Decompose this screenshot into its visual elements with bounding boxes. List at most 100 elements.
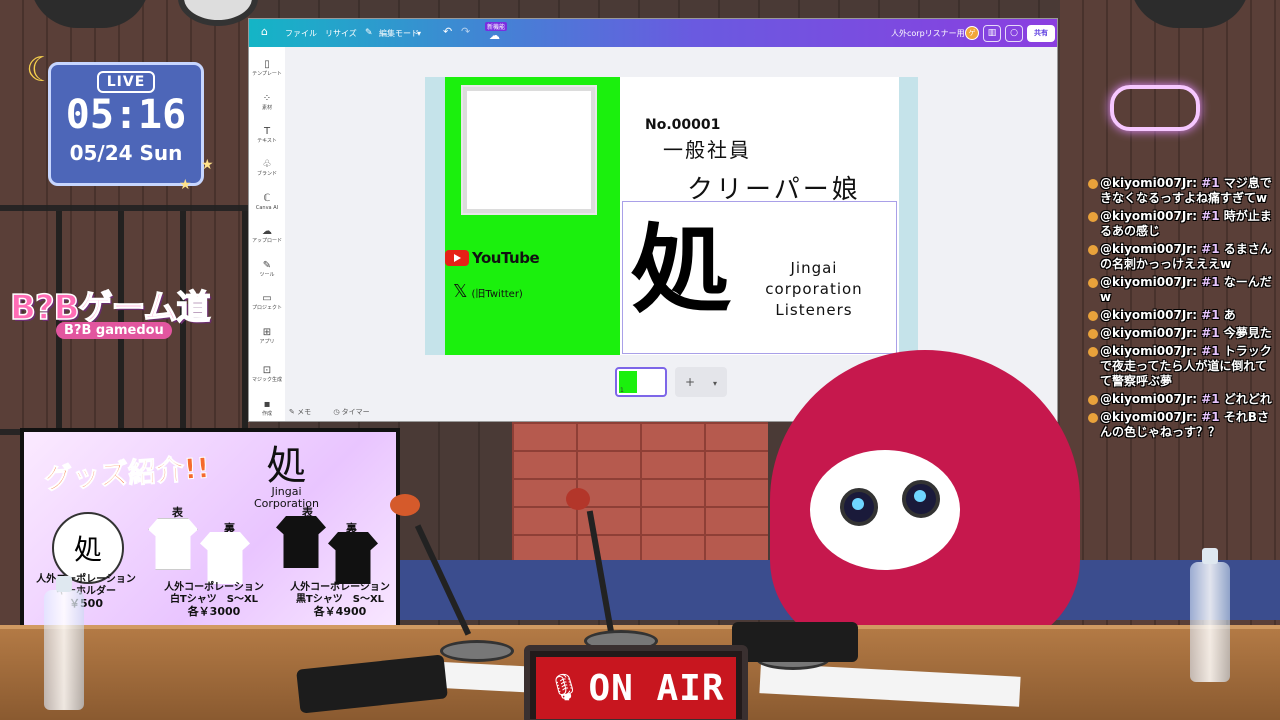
menu-file[interactable]: ファイル [285,28,317,39]
chat-message: @kiyomi007Jr: #1 るまさんの名刺かっっけえええw [1088,242,1276,272]
template-icon: ▯ [264,59,270,70]
card-logo-box[interactable]: 処 Jingai corporation Listeners [622,201,897,354]
black-tshirt-back [328,532,378,584]
front-label: 表 [172,506,183,519]
notes-button[interactable]: ✎ メモ [289,408,321,416]
chat-avatar-icon [1088,278,1098,288]
microphone-left [390,494,420,516]
menu-resize[interactable]: リサイズ [325,28,357,39]
more-icon: ▪ [263,399,271,410]
share-button[interactable]: 共有 [1027,25,1055,42]
plus-icon: + [685,375,696,389]
chat-user: @kiyomi007Jr: [1100,344,1198,358]
sidebar-item-upload[interactable]: ☁ アップロード [249,226,285,245]
jingai-mark-large: 処 [630,213,732,326]
menu-edit-mode[interactable]: 編集モード [379,28,419,39]
business-card-design[interactable]: YouTube 𝕏 (旧Twitter) No.00001 一般社員 クリーパー… [445,77,899,355]
x-row[interactable]: 𝕏 (旧Twitter) [453,283,523,301]
youtube-row[interactable]: YouTube [445,249,540,267]
member-badge: #1 [1201,326,1220,340]
user-avatar[interactable]: ゲ [965,26,979,40]
chat-text: 今夢見た [1223,326,1272,340]
sidebar-item-more[interactable]: ▪ 作成 [249,399,285,418]
goods-item-price: 各￥3000 [187,605,241,618]
chat-avatar-icon [1088,212,1098,222]
sidebar-item-canva-ai[interactable]: ℂ Canva AI [249,193,285,212]
home-icon[interactable]: ⌂ [261,26,268,38]
sidebar-label: アップロード [251,238,282,244]
timer-button[interactable]: ◷ タイマー [333,408,379,416]
cloud-save-icon[interactable]: ☁ [489,30,500,42]
sidebar-item-brand[interactable]: ♧ ブランド [249,159,285,178]
canva-footer: ✎ メモ ◷ タイマー [289,407,390,417]
vtuber-avatar [770,350,1080,660]
sidebar-label: ブランド [256,171,277,177]
corp-line: Jingai [790,259,838,277]
redo-icon[interactable]: ↷ [461,26,470,38]
project-icon: ▭ [262,293,272,304]
chat-user: @kiyomi007Jr: [1100,308,1198,322]
microphone-center [566,488,590,510]
card-green-panel[interactable]: YouTube 𝕏 (旧Twitter) [445,77,620,355]
live-badge: LIVE [96,71,156,93]
sidebar-item-elements[interactable]: ⁘ 素材 [249,93,285,112]
design-title[interactable]: 人外corpリスナー用 [891,28,965,39]
chat-user: @kiyomi007Jr: [1100,242,1198,256]
sidebar-label: プロジェクト [251,305,282,311]
corp-line: corporation [765,280,863,298]
photo-placeholder[interactable] [463,87,595,213]
white-tshirt-front [148,518,198,570]
magic-icon: ⊡ [262,365,272,376]
chat-message: @kiyomi007Jr: #1 それBさんの色じゃねっす？？ [1088,410,1276,440]
sidebar-item-text[interactable]: T テキスト [249,126,285,145]
clock-date: 05/24 Sun [69,141,183,165]
member-badge: #1 [1201,308,1220,322]
chat-avatar-icon [1088,347,1098,357]
chat-avatar-icon [1088,413,1098,423]
chat-avatar-icon [1088,329,1098,339]
right-eye [902,480,940,518]
add-page-button[interactable]: + ▾ [675,367,727,397]
goods-item-white-tshirt: 人外コーポレーション 白Tシャツ S～XL 各￥3000 [154,582,274,618]
clock-time: 05:16 [65,92,187,138]
chat-text: あ [1223,308,1236,322]
mic-base-left [440,640,514,662]
member-badge: #1 [1201,242,1220,256]
chat-message: @kiyomi007Jr: #1 今夢見た [1088,326,1276,341]
canvas-stage[interactable]: YouTube 𝕏 (旧Twitter) No.00001 一般社員 クリーパー… [425,77,918,355]
card-role[interactable]: 一般社員 [663,134,751,163]
live-chat: @kiyomi007Jr: #1 マジ息できなくなるっすよね痛すぎてw @kiy… [1088,176,1276,443]
chat-message: @kiyomi007Jr: #1 マジ息できなくなるっすよね痛すぎてw [1088,176,1276,206]
sidebar-item-apps[interactable]: ⊞ アプリ [249,327,285,346]
chat-text: どれどれ [1223,392,1272,406]
page-strip: 1 + ▾ [615,367,727,397]
sidebar-item-magic[interactable]: ⊡ マジック生成 [249,365,285,384]
chat-message: @kiyomi007Jr: #1 あ [1088,308,1276,323]
chat-user: @kiyomi007Jr: [1100,326,1198,340]
goods-title: グッズ紹介!! [43,451,211,496]
chat-message: @kiyomi007Jr: #1 トラックで夜走ってたら人が道に倒れてて警察呼ぶ… [1088,344,1276,389]
white-tshirt-back [200,532,250,584]
undo-icon[interactable]: ↶ [443,26,452,38]
member-badge: #1 [1201,410,1220,424]
brick-wall [512,422,768,562]
x-logo-icon: 𝕏 [453,281,468,302]
upload-icon: ☁ [262,226,272,237]
insights-button[interactable]: ▥ [983,25,1001,42]
sidebar-item-template[interactable]: ▯ テンプレート [249,59,285,78]
corp-line: Listeners [775,301,853,319]
notes-label: メモ [297,408,312,416]
page-number: 1 [620,387,624,394]
jingai-corp-logo: 処 Jingai Corporation [254,446,319,510]
page-thumbnail[interactable]: 1 [615,367,667,397]
sidebar-item-project[interactable]: ▭ プロジェクト [249,293,285,312]
goods-item-name: 人外コーポレーション [290,582,390,593]
sidebar-label: テキスト [257,138,277,144]
jingai-mark: 処 [266,443,307,489]
x-label: (旧Twitter) [471,288,523,300]
chat-avatar-icon [1088,311,1098,321]
sidebar-item-tools[interactable]: ✎ ツール [249,260,285,279]
comment-button[interactable]: ○ [1005,25,1023,42]
member-badge: #1 [1201,275,1220,289]
card-number[interactable]: No.00001 [645,117,720,133]
